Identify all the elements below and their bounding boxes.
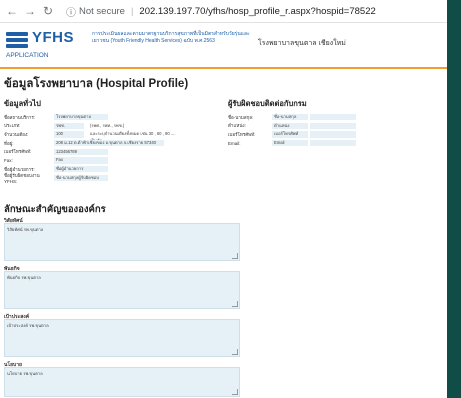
org-field-value: พันธกิจ รพ.ขุนตาล [7, 275, 41, 280]
url-text[interactable]: 202.139.197.70/yfhs/hosp_profile_r.aspx?… [139, 6, 375, 17]
org-field-textarea[interactable]: พันธกิจ รพ.ขุนตาล [4, 271, 240, 309]
org-field-textarea[interactable]: วิสัยทัศน์ รพ.ขุนตาล [4, 223, 240, 261]
info-row: ประเภท: รพช. (รพศ., รพท., รพช.) [4, 122, 188, 129]
org-field-textarea[interactable]: นโยบาย รพ.ขุนตาล [4, 367, 240, 397]
address-bar: ← → ↻ ⓘ Not secure | 202.139.197.70/yfhs… [0, 0, 447, 23]
info-value: Fax [54, 157, 108, 164]
org-field-value: วิสัยทัศน์ รพ.ขุนตาล [7, 227, 44, 232]
org-field-value: นโยบาย รพ.ขุนตาล [7, 371, 43, 376]
info-row: ชื่อผู้รับผิดชอบงาน YFHS: ชื่อ-นามสกุลผู้… [4, 172, 188, 184]
info-value: โรงพยาบาลขุนตาล [54, 114, 108, 121]
contact-row: ตำแหน่ง: ตำแหน่ง [228, 122, 356, 129]
info-label: Fax: [4, 158, 13, 164]
page-title: ข้อมูลโรงพยาบาล (Hospital Profile) [4, 78, 189, 90]
info-row: เบอร์โทรศัพท์: 123456789 [4, 148, 188, 156]
contact-label: ชื่อ-นามสกุล: [228, 114, 254, 120]
info-label: จำนวนเตียง: [4, 132, 29, 138]
logo-bars-icon [6, 32, 28, 49]
info-value: ชื่อผู้อำนวยการ [54, 166, 108, 173]
info-label: ที่อยู่: [4, 140, 14, 146]
general-info-section: ข้อมูลทั่วไป ชื่อสถานบริการ: โรงพยาบาลขุน… [4, 98, 188, 184]
logo-text: YFHS [32, 29, 75, 46]
info-value: 100 [54, 131, 84, 138]
info-value: 123456789 [54, 148, 108, 156]
info-label: ชื่อสถานบริการ: [4, 114, 36, 120]
contact-value-pad [310, 122, 356, 129]
info-row: ชื่อสถานบริการ: โรงพยาบาลขุนตาล [4, 114, 188, 121]
info-row: Fax: Fax [4, 157, 188, 164]
contact-section: ผู้รับผิดชอบติดต่อกับกรม ชื่อ-นามสกุล: ชื… [228, 98, 356, 149]
info-row: จำนวนเตียง: 100 และระบุจำนวนเตียงทั้งหมด เ… [4, 131, 188, 143]
contact-value: Email [272, 140, 308, 147]
forward-arrow-icon[interactable]: → [24, 4, 36, 18]
security-label: Not secure [79, 5, 125, 17]
contact-value: ตำแหน่ง [272, 122, 308, 129]
org-field: วิสัยทัศน์ วิสัยทัศน์ รพ.ขุนตาล [4, 217, 240, 261]
logo-subtext: APPLICATION [6, 52, 49, 59]
contact-heading: ผู้รับผิดชอบติดต่อกับกรม [228, 99, 307, 108]
yfhs-logo[interactable]: YFHS APPLICATION [6, 29, 76, 63]
contact-value-pad [310, 114, 356, 121]
contact-row: Email: Email [228, 140, 356, 147]
info-value: ชื่อ-นามสกุลผู้รับผิดชอบ [54, 174, 108, 182]
org-heading: ลักษณะสำคัญขององค์กร [4, 204, 106, 215]
contact-label: Email: [228, 140, 241, 146]
org-field: เป้าประสงค์ เป้าประสงค์ รพ.ขุนตาล [4, 313, 240, 357]
info-value-hint: (รพศ., รพท., รพช.) [90, 122, 125, 128]
info-value-hint: และระบุจำนวนเตียงทั้งหมด เช่น 30 , 60 , … [90, 131, 176, 142]
resize-grip-icon[interactable] [232, 389, 238, 395]
browser-window: ← → ↻ ⓘ Not secure | 202.139.197.70/yfhs… [0, 0, 447, 398]
contact-value-pad [310, 140, 356, 147]
info-value: 208 ม.12 ต.ต้าฟ้าเชียงของ อ.ขุนตาล จ.เชี… [54, 140, 164, 147]
info-label: ประเภท: [4, 123, 21, 129]
contact-row: เบอร์โทรศัพท์: เบอร์โทรศัพท์ [228, 131, 356, 138]
resize-grip-icon[interactable] [232, 253, 238, 259]
site-header: YFHS APPLICATION การประเมินผลและตามมาตรฐ… [0, 23, 447, 69]
reload-icon[interactable]: ↻ [42, 4, 54, 18]
general-info-heading: ข้อมูลทั่วไป [4, 99, 41, 108]
org-field: พันธกิจ พันธกิจ รพ.ขุนตาล [4, 265, 240, 309]
contact-value: เบอร์โทรศัพท์ [272, 131, 308, 138]
contact-label: เบอร์โทรศัพท์: [228, 132, 256, 138]
url-separator: | [130, 5, 134, 17]
header-hospital-name: โรงพยาบาลขุนตาล เชียงใหม่ [258, 40, 346, 47]
back-arrow-icon[interactable]: ← [6, 4, 18, 18]
org-field-textarea[interactable]: เป้าประสงค์ รพ.ขุนตาล [4, 319, 240, 357]
org-field-value: เป้าประสงค์ รพ.ขุนตาล [7, 323, 49, 328]
contact-label: ตำแหน่ง: [228, 123, 246, 129]
resize-grip-icon[interactable] [232, 301, 238, 307]
contact-value-pad [310, 131, 356, 138]
contact-value: ชื่อ-นามสกุล [272, 114, 308, 121]
info-icon[interactable]: ⓘ [66, 4, 76, 19]
info-label: ชื่อผู้รับผิดชอบงาน YFHS: [4, 172, 40, 184]
resize-grip-icon[interactable] [232, 349, 238, 355]
info-row: ที่อยู่: 208 ม.12 ต.ต้าฟ้าเชียงของ อ.ขุนต… [4, 140, 188, 147]
org-field: นโยบาย นโยบาย รพ.ขุนตาล [4, 361, 240, 397]
site-tagline: การประเมินผลและตามมาตรฐานบริการสุขภาพที่… [92, 31, 250, 44]
contact-row: ชื่อ-นามสกุล: ชื่อ-นามสกุล [228, 114, 356, 121]
info-label: เบอร์โทรศัพท์: [4, 149, 32, 155]
info-value: รพช. [54, 122, 84, 129]
